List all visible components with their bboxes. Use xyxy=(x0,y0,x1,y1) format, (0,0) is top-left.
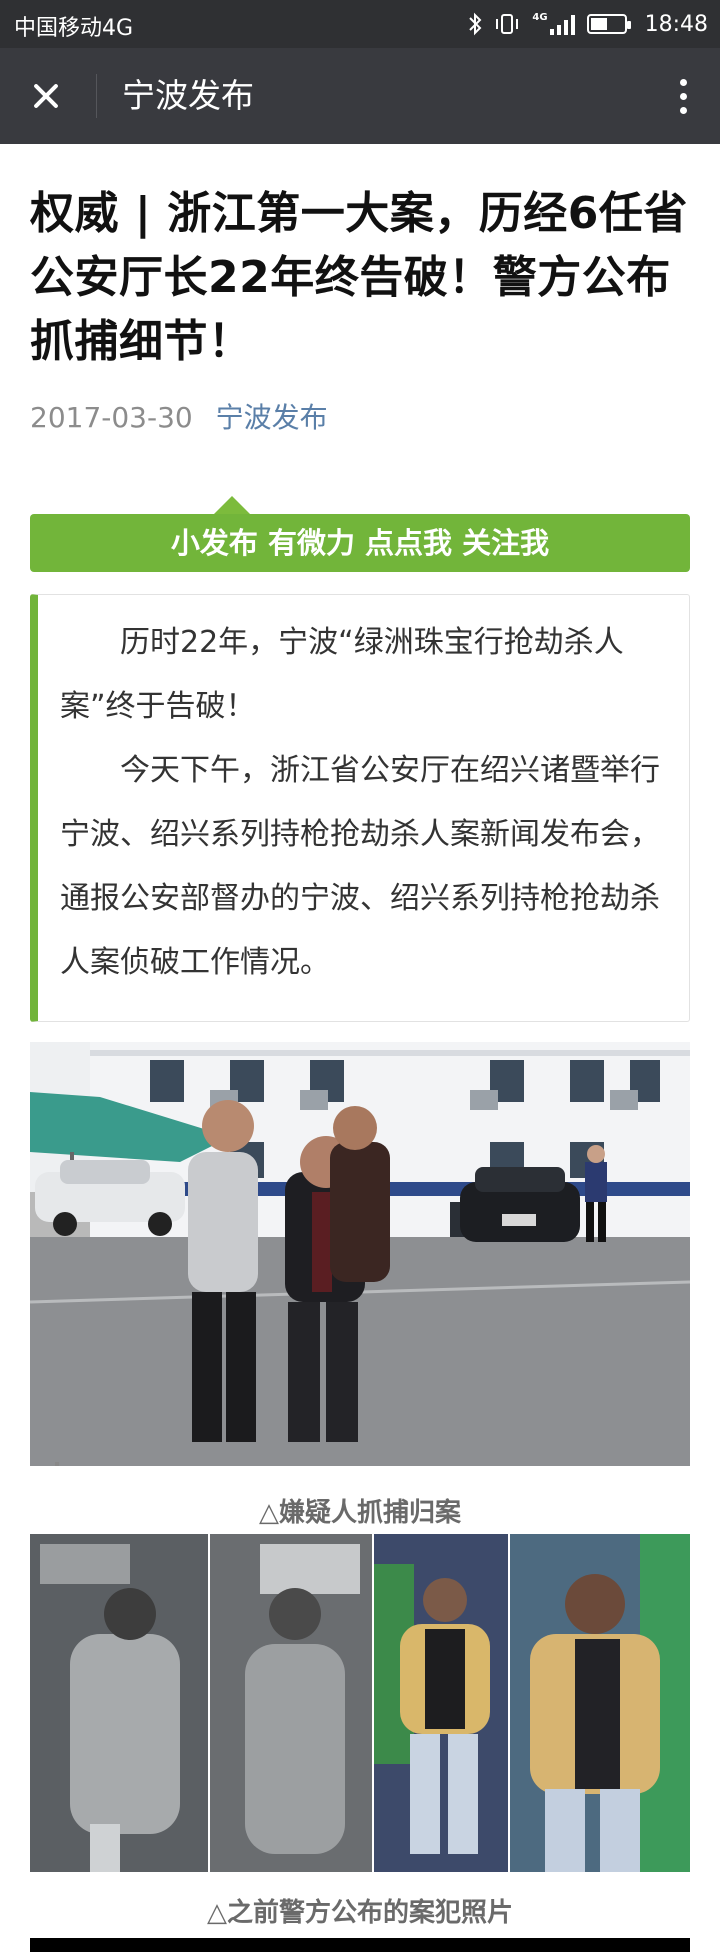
article-title: 权威 | 浙江第一大案，历经6任省公安厅长22年终告破！警方公布抓捕细节！ xyxy=(30,188,688,367)
status-bar: 中国移动4G 4G 18:48 xyxy=(0,0,720,48)
signal-icon: 4G xyxy=(532,12,575,35)
intro-paragraph: 历时22年，宁波“绿洲珠宝行抢劫杀人案”终于告破！ xyxy=(60,625,624,724)
carrier-label: 中国移动4G xyxy=(14,16,134,41)
battery-icon xyxy=(586,14,631,34)
intro-paragraph: 今天下午，浙江省公安厅在绍兴诸暨举行宁波、绍兴系列持枪抢劫杀人案新闻发布会，通报… xyxy=(60,753,660,980)
banner-pointer xyxy=(214,496,250,514)
network-badge: 4G xyxy=(532,12,548,23)
vibrate-icon xyxy=(494,13,520,35)
article-meta: 2017-03-30 宁波发布 xyxy=(30,398,328,438)
arrest-photo[interactable] xyxy=(30,1042,690,1466)
author-link[interactable]: 宁波发布 xyxy=(216,401,328,434)
publish-date: 2017-03-30 xyxy=(30,401,193,434)
intro-box: 历时22年，宁波“绿洲珠宝行抢劫杀人案”终于告破！ 今天下午，浙江省公安厅在绍兴… xyxy=(30,594,690,1022)
close-icon[interactable] xyxy=(22,72,70,120)
nav-divider xyxy=(96,74,97,118)
nav-bar: 宁波发布 xyxy=(0,48,720,144)
suspect-photo-collage[interactable] xyxy=(30,1534,690,1872)
nav-title: 宁波发布 xyxy=(122,76,254,115)
follow-banner[interactable]: 小发布 有微力 点点我 关注我 xyxy=(30,514,690,572)
photo-caption: △之前警方公布的案犯照片 xyxy=(207,1898,513,1928)
photo-caption: △嫌疑人抓捕归案 xyxy=(259,1498,461,1528)
bluetooth-icon xyxy=(468,12,482,36)
next-image-edge xyxy=(30,1938,690,1952)
more-vertical-icon[interactable] xyxy=(668,72,698,120)
clock: 18:48 xyxy=(644,11,708,37)
